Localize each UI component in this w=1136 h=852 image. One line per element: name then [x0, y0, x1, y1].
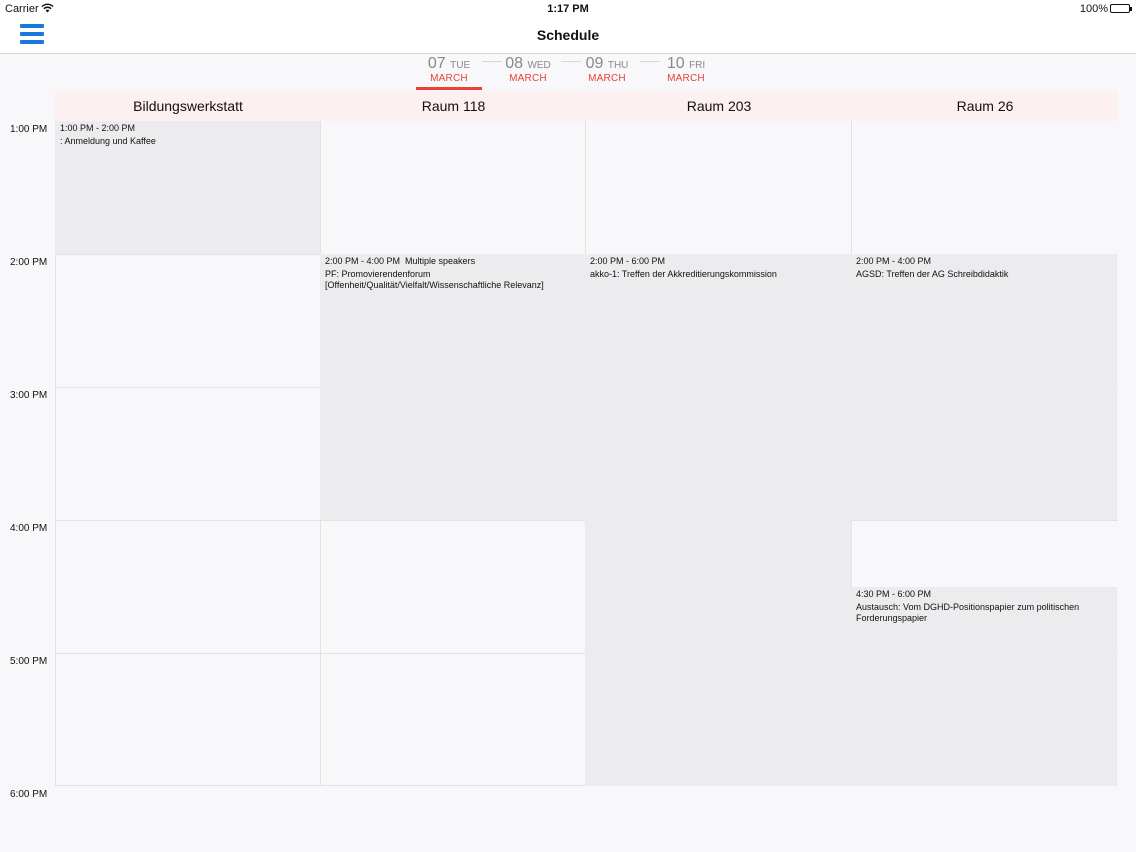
day-of-week: WED	[527, 60, 551, 71]
time-label-4pm: 4:00 PM	[10, 523, 48, 534]
battery-percent: 100%	[1079, 3, 1108, 15]
room-header-bildungswerkstatt: Bildungswerkstatt	[133, 98, 243, 114]
event-title: : Anmeldung und Kaffee	[60, 136, 156, 146]
event-title: akko-1: Treffen der Akkreditierungskommi…	[590, 269, 777, 279]
page-title: Schedule	[536, 27, 600, 43]
room-header-raum-203: Raum 203	[686, 98, 752, 114]
event-time: 2:00 PM - 6:00 PM	[590, 256, 666, 266]
day-of-week: TUE	[450, 60, 471, 71]
day-number: 09	[585, 55, 604, 72]
time-label-6pm: 6:00 PM	[10, 789, 48, 800]
room-header-raum-26: Raum 26	[956, 98, 1014, 114]
event-block[interactable]: 1:00 PM - 2:00 PM : Anmeldung und Kaffee	[55, 121, 320, 254]
day-number: 07	[427, 55, 446, 72]
event-time: 2:00 PM - 4:00 PM Multiple speakers	[325, 256, 476, 266]
event-block[interactable]: 2:00 PM - 4:00 PM Multiple speakers PF: P…	[320, 254, 585, 520]
navigation-bar: Schedule	[0, 18, 1136, 54]
event-title: AGSD: Treffen der AG Schreibdidaktik	[856, 269, 1009, 279]
time-label-3pm: 3:00 PM	[10, 390, 48, 401]
room-header-raum-118: Raum 118	[421, 98, 486, 114]
event-time: 4:30 PM - 6:00 PM	[856, 588, 932, 599]
status-bar: Carrier 1:17 PM 100%	[0, 0, 1136, 18]
schedule-grid: 1:00 PM - 2:00 PM : Anmeldung und Kaffee 2…	[55, 121, 1118, 786]
day-tab-07[interactable]: 07 TUE MARCH	[416, 54, 482, 90]
day-month: MARCH	[588, 73, 626, 84]
day-month: MARCH	[509, 73, 547, 84]
day-number: 08	[505, 55, 523, 72]
day-of-week: FRI	[689, 60, 706, 71]
event-block[interactable]: 4:30 PM - 6:00 PM Austausch: Vom DGHD-Pos…	[851, 586, 1117, 786]
day-number: 10	[666, 55, 685, 72]
event-title: Austausch: Vom DGHD-Positionspapier zum …	[856, 601, 1080, 623]
day-selector: 07 TUE MARCH 08 WED MARCH 09 THU MARCH 1…	[0, 54, 1136, 90]
event-time: 1:00 PM - 2:00 PM	[60, 123, 136, 133]
time-label-2pm: 2:00 PM	[10, 257, 48, 268]
room-header-row: Bildungswerkstatt Raum 118 Raum 203 Raum…	[55, 91, 1118, 121]
day-month: MARCH	[667, 73, 705, 84]
day-tab-10[interactable]: 10 FRI MARCH	[653, 54, 719, 90]
event-block[interactable]: 2:00 PM - 4:00 PM AGSD: Treffen der AG Sc…	[851, 254, 1117, 520]
clock: 1:17 PM	[547, 3, 589, 15]
event-block[interactable]: 2:00 PM - 6:00 PM akko-1: Treffen der Akk…	[585, 254, 851, 786]
day-month: MARCH	[430, 73, 468, 84]
day-tab-08[interactable]: 08 WED MARCH	[495, 54, 561, 90]
event-time: 2:00 PM - 4:00 PM	[856, 256, 932, 266]
time-label-5pm: 5:00 PM	[10, 656, 48, 667]
event-title: PF: Promovierendenforum [Offenheit/Quali…	[325, 269, 544, 290]
day-tab-09[interactable]: 09 THU MARCH	[574, 54, 640, 90]
battery-icon	[1110, 4, 1132, 13]
day-of-week: THU	[607, 60, 629, 71]
time-label-1pm: 1:00 PM	[10, 124, 48, 135]
